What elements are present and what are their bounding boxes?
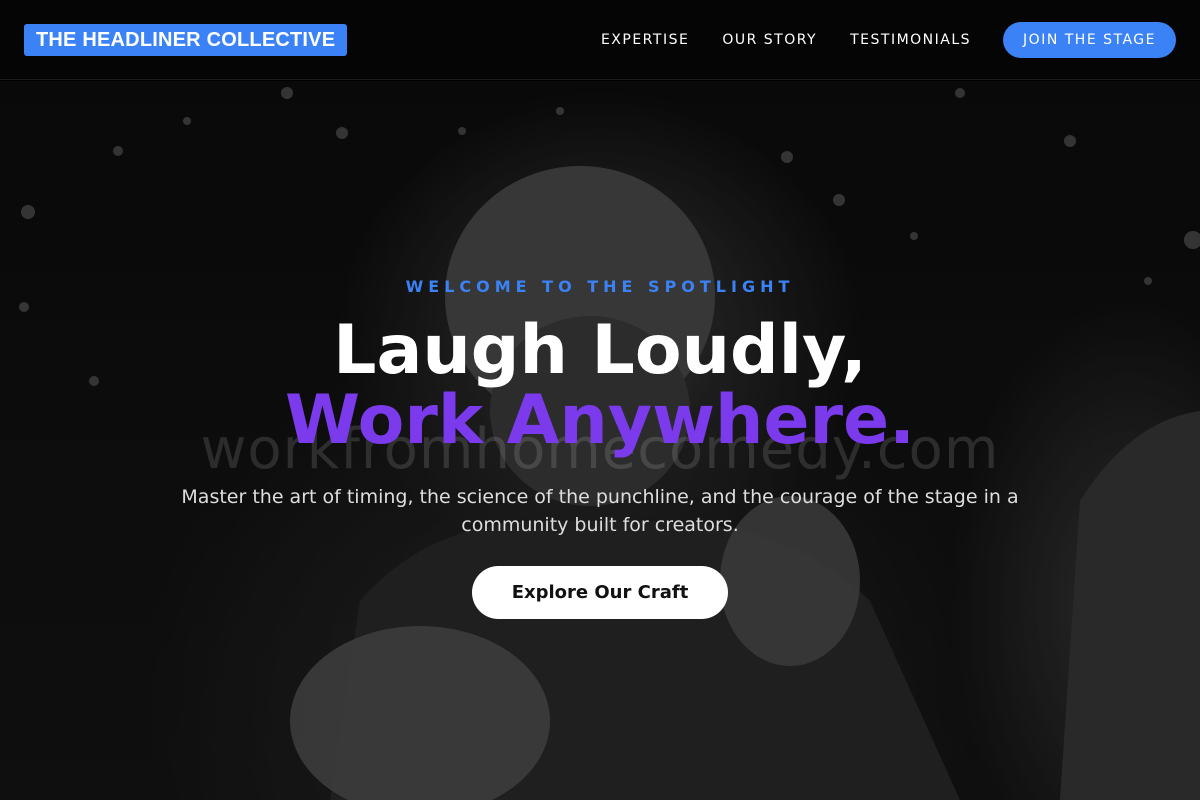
hero-section: workfromhomecomedy.com WELCOME TO THE SP… xyxy=(0,81,1200,800)
brand-logo[interactable]: THE HEADLINER COLLECTIVE xyxy=(24,23,348,56)
hero-subtext: Master the art of timing, the science of… xyxy=(181,486,1019,536)
top-navigation-bar: THE HEADLINER COLLECTIVE EXPERTISE OUR S… xyxy=(0,0,1200,80)
nav-link-expertise[interactable]: EXPERTISE xyxy=(601,32,689,48)
hero-headline-line1: Laugh Loudly, xyxy=(333,311,867,390)
hero-eyebrow: WELCOME TO THE SPOTLIGHT xyxy=(405,277,795,296)
join-the-stage-button[interactable]: JOIN THE STAGE xyxy=(1003,21,1176,58)
nav-links: EXPERTISE OUR STORY TESTIMONIALS JOIN TH… xyxy=(601,21,1176,58)
explore-our-craft-button[interactable]: Explore Our Craft xyxy=(472,566,728,619)
hero-headline-line2: Work Anywhere. xyxy=(285,381,915,460)
nav-link-testimonials[interactable]: TESTIMONIALS xyxy=(850,32,971,48)
nav-link-our-story[interactable]: OUR STORY xyxy=(722,32,817,48)
